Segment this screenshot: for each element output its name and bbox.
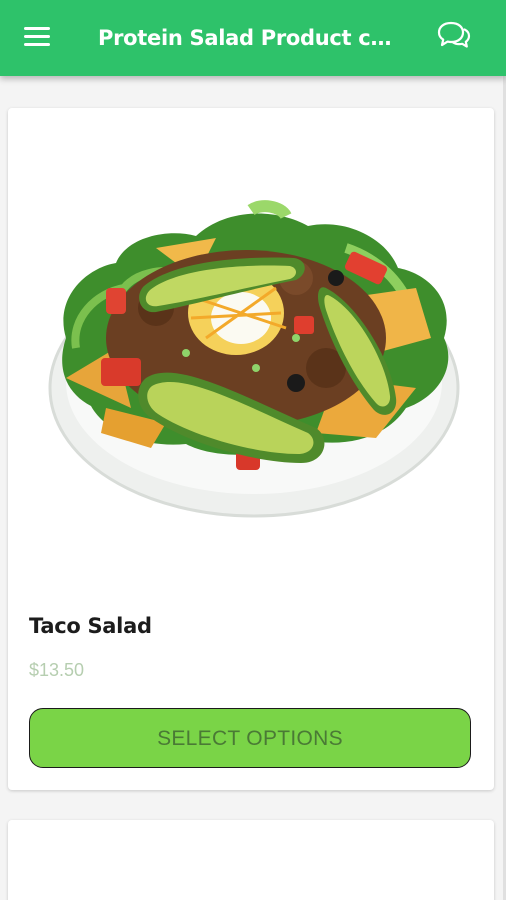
- app-bar: Protein Salad Product cat...: [0, 0, 506, 76]
- product-list: Taco Salad $13.50 SELECT OPTIONS: [0, 76, 506, 900]
- chat-bubbles-icon[interactable]: [437, 20, 471, 50]
- taco-salad-image[interactable]: [46, 178, 460, 528]
- product-card[interactable]: [8, 820, 494, 900]
- product-price: $13.50: [29, 660, 85, 680]
- product-image[interactable]: [188, 890, 318, 900]
- page-title: Protein Salad Product cat...: [98, 26, 398, 50]
- product-name[interactable]: Taco Salad: [29, 614, 152, 638]
- hamburger-menu-icon[interactable]: [24, 27, 50, 47]
- select-options-button[interactable]: SELECT OPTIONS: [29, 708, 471, 768]
- product-card[interactable]: Taco Salad $13.50 SELECT OPTIONS: [8, 108, 494, 790]
